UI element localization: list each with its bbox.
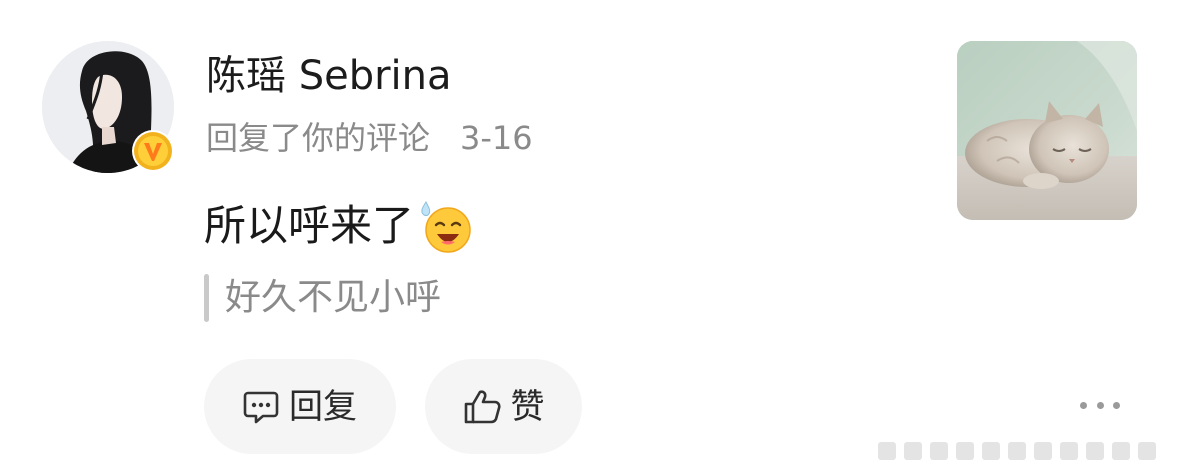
- more-dot: [1096, 401, 1104, 409]
- sleeping-cat-image: [957, 41, 1137, 220]
- comment-bubble-icon: [243, 390, 279, 424]
- like-button[interactable]: 赞: [425, 359, 582, 454]
- more-options-icon[interactable]: [1080, 392, 1120, 418]
- thumbs-up-icon: [463, 389, 501, 425]
- author-name[interactable]: 陈瑶 Sebrina: [206, 48, 452, 104]
- reply-label: 回复: [289, 386, 357, 427]
- reply-button[interactable]: 回复: [204, 359, 396, 454]
- more-dot: [1080, 401, 1087, 409]
- comment-date: 3-16: [460, 119, 533, 157]
- laughing-sweat-emoji-icon: [418, 198, 474, 254]
- quoted-text: 好久不见小呼: [225, 277, 442, 318]
- like-label: 赞: [510, 386, 545, 427]
- action-text: 回复了你的评论: [206, 119, 431, 157]
- more-dot: [1113, 401, 1120, 409]
- comment-meta: 回复了你的评论 3-16: [206, 115, 533, 161]
- watermark-strip: [858, 434, 1174, 468]
- comment-text: 所以呼来了: [204, 201, 415, 250]
- quoted-comment[interactable]: 好久不见小呼: [204, 272, 441, 324]
- comment-body: 所以呼来了: [204, 194, 474, 258]
- quote-bar: [204, 274, 209, 322]
- verified-badge-icon: [132, 130, 174, 172]
- attached-image-thumbnail[interactable]: [957, 41, 1137, 220]
